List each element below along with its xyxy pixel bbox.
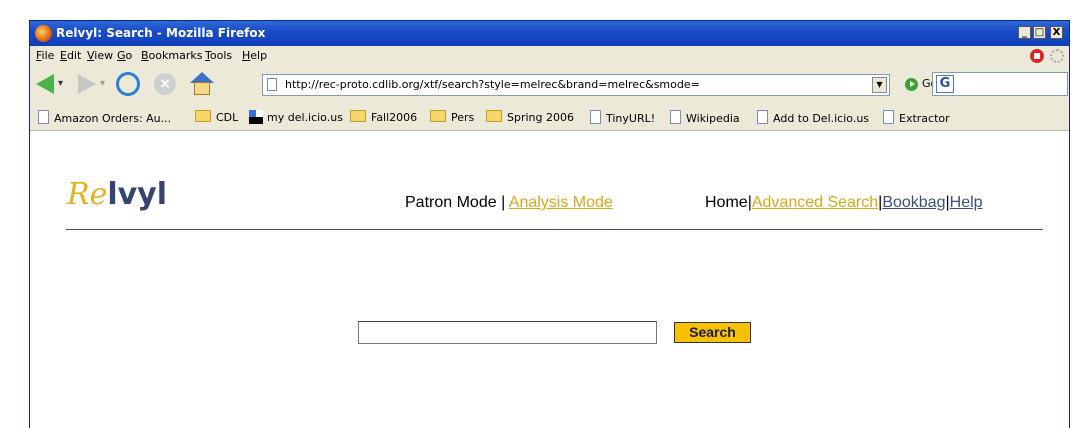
folder-icon [430,110,446,122]
menu-go[interactable]: Go [117,49,132,62]
maximize-button[interactable]: □ [1033,26,1046,39]
window-title: Relvyl: Search - Mozilla Firefox [56,26,266,40]
search-input[interactable] [358,321,657,344]
browser-window: Relvyl: Search - Mozilla Firefox _ □ X F… [29,20,1070,428]
header-divider [66,229,1043,230]
page-icon [757,110,768,124]
bookmark-spring-2006[interactable]: Spring 2006 [486,110,574,124]
advanced-search-link[interactable]: Advanced Search [752,194,878,211]
page-icon [883,110,894,124]
bookmark-amazon-orders[interactable]: Amazon Orders: Au... [38,110,171,125]
bookmarks-toolbar: Amazon Orders: Au... CDL my del.icio.us … [30,103,1069,131]
home-icon[interactable] [190,72,214,96]
url-dropdown-icon[interactable]: ▼ [872,77,887,93]
throbber-icon [1050,49,1064,63]
search-engine-box[interactable]: G [932,72,1068,96]
close-button[interactable]: X [1050,26,1063,39]
menu-tools[interactable]: Tools [205,49,232,62]
page-content: Relvyl Patron Mode | Analysis Mode Home|… [30,131,1069,428]
back-dropdown-icon[interactable]: ▾ [58,78,63,89]
site-nav: Home|Advanced Search|Bookbag|Help [705,194,983,212]
navigation-toolbar: ▾ ▾ × http://rec-proto.cdlib.org/xtf/sea… [30,66,1069,103]
menu-bookmarks[interactable]: Bookmarks [141,49,202,62]
page-icon [38,110,49,124]
firefox-icon [35,25,52,42]
forward-dropdown-icon[interactable]: ▾ [100,78,105,89]
relvyl-logo[interactable]: Relvyl [67,177,167,212]
update-alert-icon[interactable] [1030,49,1044,63]
title-bar: Relvyl: Search - Mozilla Firefox _ □ X [30,21,1069,46]
minimize-button[interactable]: _ [1018,26,1031,39]
delicious-icon [249,110,263,124]
page-icon [267,78,277,91]
reload-icon[interactable] [116,72,140,96]
menu-bar: File Edit View Go Bookmarks Tools Help [30,46,1069,66]
bookmark-cdl[interactable]: CDL [195,110,238,124]
bookmark-extractor[interactable]: Extractor [883,110,950,125]
bookmark-my-delicious[interactable]: my del.icio.us [249,110,343,124]
page-icon [670,110,681,124]
bookmark-pers[interactable]: Pers [430,110,474,124]
menu-edit[interactable]: Edit [60,49,81,62]
search-button[interactable]: Search [674,322,751,343]
menu-help[interactable]: Help [242,49,267,62]
bookmark-wikipedia[interactable]: Wikipedia [670,110,740,125]
forward-arrow-icon[interactable] [78,74,96,94]
page-icon [590,110,601,124]
nav-separator: | [501,194,506,211]
bookbag-link[interactable]: Bookbag [882,194,945,211]
go-arrow-icon [905,78,918,91]
folder-icon [195,110,211,122]
folder-icon [486,110,502,122]
analysis-mode-link[interactable]: Analysis Mode [509,194,613,211]
bookmark-fall2006[interactable]: Fall2006 [350,110,417,124]
address-bar[interactable]: http://rec-proto.cdlib.org/xtf/search?st… [262,74,890,96]
url-text[interactable]: http://rec-proto.cdlib.org/xtf/search?st… [285,78,700,91]
bookmark-add-to-delicious[interactable]: Add to Del.icio.us [757,110,869,125]
folder-icon [350,110,366,122]
google-icon[interactable]: G [936,75,954,93]
help-link[interactable]: Help [950,194,983,211]
back-arrow-icon[interactable] [36,74,54,94]
menu-view[interactable]: View [87,49,113,62]
patron-mode-label: Patron Mode [405,194,497,211]
bookmark-tinyurl[interactable]: TinyURL! [590,110,655,125]
stop-icon[interactable]: × [154,73,176,95]
mode-nav: Patron Mode | Analysis Mode [405,194,613,212]
menu-file[interactable]: File [36,49,54,62]
home-label: Home [705,194,748,211]
